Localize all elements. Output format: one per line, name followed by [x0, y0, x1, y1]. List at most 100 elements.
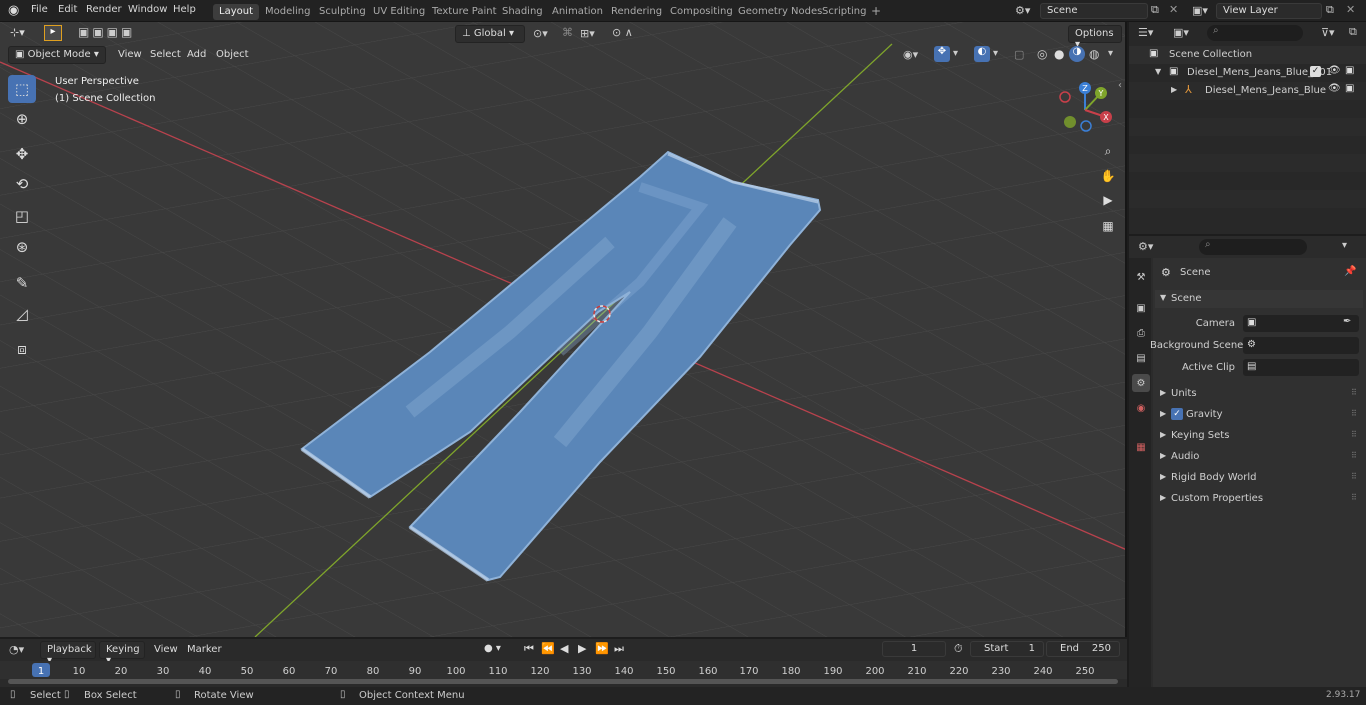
- outliner-row-scene-collection[interactable]: ▣ Scene Collection: [1129, 46, 1366, 64]
- active-clip-field[interactable]: ▤: [1243, 359, 1359, 376]
- new-scene-icon[interactable]: ⧉: [1151, 3, 1159, 17]
- blender-logo-icon[interactable]: ◉: [8, 3, 19, 18]
- drag-handle-icon[interactable]: ⠿: [1351, 388, 1357, 397]
- annotate-tool[interactable]: ✎: [8, 269, 36, 297]
- delete-view-layer-icon[interactable]: ✕: [1346, 3, 1355, 16]
- wireframe-shading-icon[interactable]: ◎: [1037, 47, 1047, 61]
- subpanel-audio[interactable]: ▶ Audio ⠿: [1155, 448, 1363, 466]
- properties-editor-icon[interactable]: ⚙▾: [1138, 240, 1153, 253]
- selection-mode-icons[interactable]: ▣▣▣▣: [78, 25, 135, 39]
- zoom-icon[interactable]: ⌕: [1098, 141, 1118, 161]
- playback-dropdown[interactable]: Playback ▾: [40, 641, 96, 666]
- subpanel-gravity[interactable]: ▶ ✓ Gravity ⠿: [1155, 406, 1363, 424]
- eye-icon[interactable]: 👁: [1328, 65, 1341, 76]
- menu-render[interactable]: Render: [86, 4, 122, 15]
- outliner-editor-icon[interactable]: ☰▾: [1138, 26, 1153, 39]
- render-tab-icon[interactable]: ▣: [1132, 299, 1150, 317]
- select-tool-icon[interactable]: ▸: [44, 25, 62, 41]
- outliner-filter-icon[interactable]: ⊽▾: [1321, 26, 1335, 39]
- tab-sculpting[interactable]: Sculpting: [313, 4, 372, 20]
- background-scene-field[interactable]: ⚙: [1243, 337, 1359, 354]
- jump-start-icon[interactable]: ⏮: [524, 642, 534, 656]
- solid-shading-icon[interactable]: ●: [1054, 47, 1064, 61]
- add-workspace-icon[interactable]: +: [871, 4, 881, 18]
- delete-scene-icon[interactable]: ✕: [1169, 3, 1178, 16]
- play-reverse-icon[interactable]: ◀: [560, 642, 568, 655]
- overlays-dropdown-icon[interactable]: ▾: [993, 48, 998, 59]
- overlays-toggle-icon[interactable]: ◐: [974, 46, 990, 62]
- play-icon[interactable]: ▶: [578, 642, 586, 655]
- pivot-icon[interactable]: ⊙▾: [533, 27, 548, 40]
- jump-end-icon[interactable]: ⏭: [614, 642, 624, 656]
- menu-file[interactable]: File: [31, 4, 48, 15]
- add-cube-tool[interactable]: ⧈: [8, 335, 36, 363]
- editor-type-icon[interactable]: ⊹▾: [10, 26, 25, 39]
- properties-search-input[interactable]: ⌕: [1199, 239, 1307, 255]
- menu-add[interactable]: Add: [187, 49, 206, 60]
- sidebar-toggle-icon[interactable]: ‹: [1118, 80, 1122, 91]
- camera-view-icon[interactable]: ▶: [1098, 190, 1118, 210]
- expand-arrow-icon[interactable]: ▼: [1155, 67, 1161, 76]
- texture-tab-icon[interactable]: ▦: [1132, 438, 1150, 456]
- expand-arrow-icon[interactable]: ▶: [1171, 85, 1177, 94]
- outliner-row-jeans[interactable]: ▶ ⅄ Diesel_Mens_Jeans_Blue 👁 ▣: [1129, 82, 1366, 100]
- gizmo-toggle-icon[interactable]: ✥: [934, 46, 950, 62]
- subpanel-rigid-body-world[interactable]: ▶ Rigid Body World ⠿: [1155, 469, 1363, 487]
- world-tab-icon[interactable]: ◉: [1132, 399, 1150, 417]
- view-layer-icon[interactable]: ▣▾: [1192, 4, 1208, 17]
- start-frame-field[interactable]: Start 1: [970, 641, 1044, 657]
- transform-tool[interactable]: ⊛: [8, 233, 36, 261]
- pin-icon[interactable]: 📌: [1344, 266, 1356, 277]
- end-frame-field[interactable]: End 250: [1046, 641, 1120, 657]
- stopwatch-icon[interactable]: ⏱: [954, 642, 963, 656]
- tab-modeling[interactable]: Modeling: [259, 4, 317, 20]
- record-icon[interactable]: ● ▾: [484, 643, 501, 654]
- tab-geometry-nodes[interactable]: Geometry Nodes: [732, 4, 828, 20]
- select-box-tool[interactable]: ⬚: [8, 75, 36, 103]
- material-shading-icon[interactable]: ◑: [1069, 46, 1085, 62]
- outliner-display-mode-icon[interactable]: ▣▾: [1173, 26, 1189, 39]
- scene-panel-header[interactable]: ▼ Scene: [1155, 290, 1363, 308]
- drag-handle-icon[interactable]: ⠿: [1351, 493, 1357, 502]
- timeline-menu-marker[interactable]: Marker: [187, 644, 222, 655]
- move-tool[interactable]: ✥: [8, 140, 36, 168]
- scene-icon[interactable]: ⚙▾: [1015, 4, 1030, 17]
- transform-orientation-dropdown[interactable]: ⊥ Global ▾: [455, 25, 525, 43]
- tab-animation[interactable]: Animation: [546, 4, 609, 20]
- render-camera-icon[interactable]: ▣: [1345, 65, 1354, 76]
- drag-handle-icon[interactable]: ⠿: [1351, 409, 1357, 418]
- keying-dropdown[interactable]: Keying ▾: [99, 641, 145, 666]
- render-camera-icon[interactable]: ▣: [1345, 83, 1354, 94]
- new-collection-icon[interactable]: ⧉: [1349, 25, 1357, 39]
- outliner-row-jeans-001[interactable]: ▼ ▣ Diesel_Mens_Jeans_Blue_001 ✓ 👁 ▣: [1129, 64, 1366, 82]
- menu-select[interactable]: Select: [150, 49, 181, 60]
- rotate-tool[interactable]: ⟲: [8, 170, 36, 198]
- navigation-gizmo[interactable]: Z Y X: [1058, 80, 1118, 132]
- tab-shading[interactable]: Shading: [496, 4, 549, 20]
- view-layer-field[interactable]: View Layer: [1216, 3, 1322, 19]
- subpanel-units[interactable]: ▶ Units ⠿: [1155, 385, 1363, 403]
- tool-tab-icon[interactable]: ⚒: [1132, 268, 1150, 286]
- drag-handle-icon[interactable]: ⠿: [1351, 451, 1357, 460]
- menu-window[interactable]: Window: [128, 4, 167, 15]
- cursor-tool[interactable]: ⊕: [8, 105, 36, 133]
- subpanel-custom-properties[interactable]: ▶ Custom Properties ⠿: [1155, 490, 1363, 508]
- menu-object[interactable]: Object: [216, 49, 249, 60]
- camera-field[interactable]: ▣ ✒: [1243, 315, 1359, 332]
- subpanel-keying-sets[interactable]: ▶ Keying Sets ⠿: [1155, 427, 1363, 445]
- gravity-checkbox[interactable]: ✓: [1171, 408, 1183, 420]
- 3d-viewport[interactable]: ⊹▾ ▸ ▣▣▣▣ ⊥ Global ▾ ⊙▾ ⌘ ⊞▾ ⊙ ∧ Options…: [0, 22, 1127, 637]
- tab-scripting[interactable]: Scripting: [816, 4, 872, 20]
- timeline-scrollbar[interactable]: [8, 679, 1118, 684]
- prev-keyframe-icon[interactable]: ⏪: [541, 642, 555, 655]
- eye-icon[interactable]: 👁: [1328, 83, 1341, 94]
- current-frame-field[interactable]: 1: [882, 641, 946, 657]
- menu-help[interactable]: Help: [173, 4, 196, 15]
- output-tab-icon[interactable]: ⎙: [1132, 324, 1150, 342]
- next-keyframe-icon[interactable]: ⏩: [595, 642, 609, 655]
- snap-icon[interactable]: ⌘: [562, 26, 573, 39]
- exclude-checkbox[interactable]: ✓: [1310, 66, 1321, 77]
- snap-target-icon[interactable]: ⊞▾: [580, 27, 595, 40]
- properties-options-icon[interactable]: ▾: [1342, 240, 1347, 251]
- tab-layout[interactable]: Layout: [213, 4, 259, 20]
